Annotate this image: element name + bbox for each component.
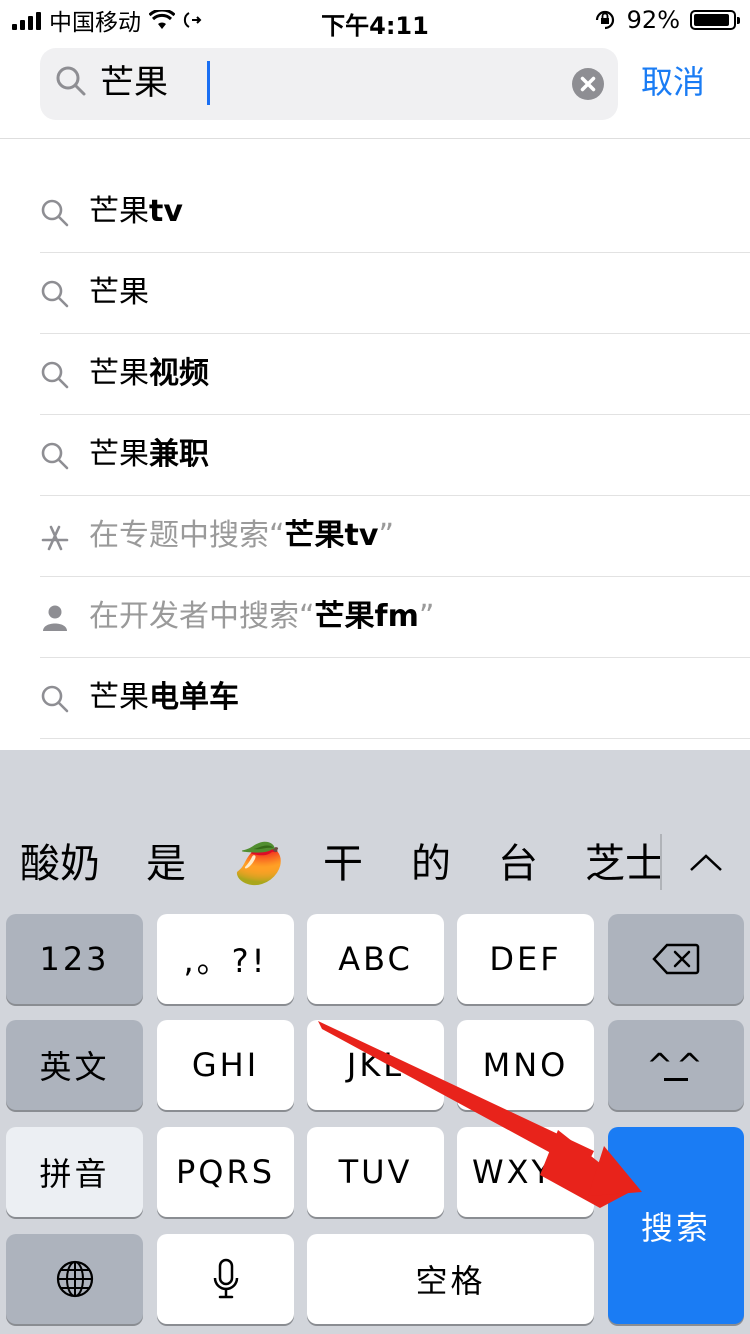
suggestion-text: 芒果兼职 xyxy=(89,433,209,477)
text-cursor xyxy=(207,61,210,105)
key-jkl[interactable]: JKL xyxy=(307,1020,444,1110)
divider xyxy=(0,138,750,139)
scope-label: 在开发者中搜索“ xyxy=(89,599,315,634)
key-pqrs[interactable]: PQRS xyxy=(157,1127,294,1217)
candidate-item[interactable]: 🥭 xyxy=(234,838,284,890)
search-key[interactable]: 搜索 xyxy=(608,1127,744,1324)
suggestion-text: 芒果电单车 xyxy=(89,676,239,720)
key-mno[interactable]: MNO xyxy=(457,1020,594,1110)
microphone-icon xyxy=(213,1258,238,1299)
clear-search-button[interactable] xyxy=(572,68,604,100)
search-icon xyxy=(40,198,70,228)
search-icon xyxy=(40,684,70,714)
cancel-button[interactable]: 取消 xyxy=(641,60,705,104)
query-prefix: 芒果 xyxy=(89,194,149,229)
candidate-item[interactable]: 的 xyxy=(411,838,451,890)
suggestion-row[interactable]: 芒果视频 xyxy=(40,334,750,415)
suggestion-text: 芒果视频 xyxy=(89,352,209,396)
suggestion-text: 芒果tv xyxy=(89,190,183,234)
emoticon-mouth xyxy=(664,1077,688,1081)
suggestion-list: 芒果tv 芒果 芒果视频 芒果兼职 在专题中搜索“芒果tv” 在开发者中搜索“芒果fm” 芒… xyxy=(0,172,750,739)
key-pinyin[interactable]: 拼音 xyxy=(6,1127,143,1217)
suggestion-text: 在专题中搜索“芒果tv” xyxy=(89,514,394,558)
key-english[interactable]: 英文 xyxy=(6,1020,143,1110)
key-emoticon[interactable]: ^^ xyxy=(608,1020,744,1110)
query-prefix: 芒果 xyxy=(89,356,149,391)
close-icon xyxy=(580,76,596,92)
person-icon xyxy=(40,603,70,633)
backspace-icon xyxy=(652,943,700,975)
key-wxyz[interactable]: WXYZ xyxy=(457,1127,594,1217)
query-prefix: 芒果 xyxy=(89,275,149,310)
completion-text: 芒果tv xyxy=(284,518,379,553)
suggestion-text: 在开发者中搜索“芒果fm” xyxy=(89,595,434,639)
globe-icon xyxy=(56,1260,93,1298)
completion-text: 兼职 xyxy=(149,437,209,472)
suggestion-row[interactable]: 芒果电单车 xyxy=(40,658,750,739)
candidate-item[interactable]: 芝士 xyxy=(585,838,660,890)
app-store-icon xyxy=(40,522,70,552)
closing-quote: ” xyxy=(418,599,435,634)
search-icon xyxy=(56,66,86,96)
status-bar: 中国移动 下午4:11 92% xyxy=(0,0,750,40)
delete-key[interactable] xyxy=(608,914,744,1004)
emoticon-label: ^^ xyxy=(646,1045,706,1084)
suggestion-row[interactable]: 芒果 xyxy=(40,253,750,334)
candidate-separator xyxy=(660,834,662,890)
candidate-item[interactable]: 干 xyxy=(323,838,363,890)
completion-text: 芒果fm xyxy=(314,599,419,634)
key-def[interactable]: DEF xyxy=(457,914,594,1004)
completion-text: tv xyxy=(149,194,183,229)
suggestion-row[interactable]: 在开发者中搜索“芒果fm” xyxy=(40,577,750,658)
space-key[interactable]: 空格 xyxy=(307,1234,594,1324)
suggestion-text: 芒果 xyxy=(89,271,149,315)
query-prefix: 芒果 xyxy=(89,437,149,472)
dictation-key[interactable] xyxy=(157,1234,294,1324)
key-123[interactable]: 123 xyxy=(6,914,143,1004)
globe-key[interactable] xyxy=(6,1234,143,1324)
key-ghi[interactable]: GHI xyxy=(157,1020,294,1110)
completion-text: 电单车 xyxy=(149,680,239,715)
query-prefix: 芒果 xyxy=(89,680,149,715)
key-punctuation[interactable]: ,。?! xyxy=(157,914,294,1004)
closing-quote: ” xyxy=(378,518,394,553)
search-query: 芒果 xyxy=(100,63,168,103)
suggestion-row[interactable]: 在专题中搜索“芒果tv” xyxy=(40,496,750,577)
suggestion-row[interactable]: 芒果tv xyxy=(40,172,750,253)
status-right: 92% xyxy=(593,6,740,34)
battery-icon xyxy=(690,10,740,30)
search-input[interactable]: 芒果 xyxy=(40,48,618,120)
key-abc[interactable]: ABC xyxy=(307,914,444,1004)
key-tuv[interactable]: TUV xyxy=(307,1127,444,1217)
completion-text: 视频 xyxy=(149,356,209,391)
candidate-item[interactable]: 是 xyxy=(146,838,186,890)
orientation-lock-icon xyxy=(595,10,614,30)
candidate-bar: 酸奶 是 🥭 干 的 台 芝士 xyxy=(0,814,750,914)
battery-percent: 92% xyxy=(626,6,680,34)
search-icon xyxy=(40,279,70,309)
candidate-item[interactable]: 酸奶 xyxy=(20,838,100,890)
suggestion-row[interactable]: 芒果兼职 xyxy=(40,415,750,496)
chevron-up-icon[interactable] xyxy=(686,844,726,884)
search-icon xyxy=(40,441,70,471)
search-icon xyxy=(40,360,70,390)
candidate-item[interactable]: 台 xyxy=(498,838,538,890)
scope-label: 在专题中搜索“ xyxy=(89,518,285,553)
keyboard: 酸奶 是 🥭 干 的 台 芝士 123 ,。?! ABC DEF 英文 GHI … xyxy=(0,750,750,1334)
